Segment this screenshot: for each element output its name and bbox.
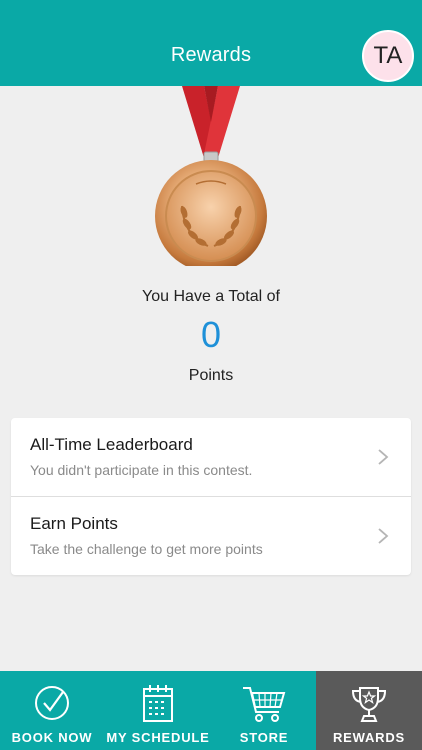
trophy-icon: [351, 687, 387, 722]
header: Rewards TA: [0, 0, 422, 86]
points-label: Points: [188, 367, 234, 384]
avatar[interactable]: TA: [362, 30, 414, 82]
tab-my-schedule[interactable]: MY SCHEDULE: [104, 671, 212, 750]
rewards-menu-card: All-Time Leaderboard You didn't particip…: [11, 418, 411, 575]
check-circle-icon: [35, 686, 69, 720]
tab-label: STORE: [239, 730, 289, 745]
total-label: You Have a Total of: [142, 288, 280, 305]
medal-icon: [155, 86, 267, 266]
earn-points-row[interactable]: Earn Points Take the challenge to get mo…: [11, 496, 411, 574]
leaderboard-subtitle: You didn't participate in this contest.: [30, 462, 253, 478]
page-title: Rewards: [170, 44, 252, 66]
tab-bar: BOOK NOW MY SCHEDULE STORE REWARDS: [0, 671, 422, 750]
chevron-right-icon: [378, 449, 389, 465]
earn-points-subtitle: Take the challenge to get more points: [30, 541, 263, 557]
medal-illustration: [0, 86, 422, 266]
tab-label: MY SCHEDULE: [106, 730, 210, 745]
chevron-right-icon: [378, 528, 389, 544]
points-value: 0: [200, 314, 222, 355]
tab-rewards[interactable]: REWARDS: [316, 671, 422, 750]
calendar-icon: [143, 685, 173, 722]
tab-label: REWARDS: [332, 730, 406, 745]
tab-store[interactable]: STORE: [212, 671, 316, 750]
rewards-screen: Rewards TA You Have a Total of 0 Points …: [0, 0, 422, 750]
tab-book-now[interactable]: BOOK NOW: [0, 671, 104, 750]
leaderboard-row[interactable]: All-Time Leaderboard You didn't particip…: [11, 418, 411, 496]
cart-icon: [243, 687, 286, 722]
leaderboard-title: All-Time Leaderboard: [30, 435, 193, 454]
tab-label: BOOK NOW: [11, 730, 93, 745]
earn-points-title: Earn Points: [30, 514, 118, 533]
